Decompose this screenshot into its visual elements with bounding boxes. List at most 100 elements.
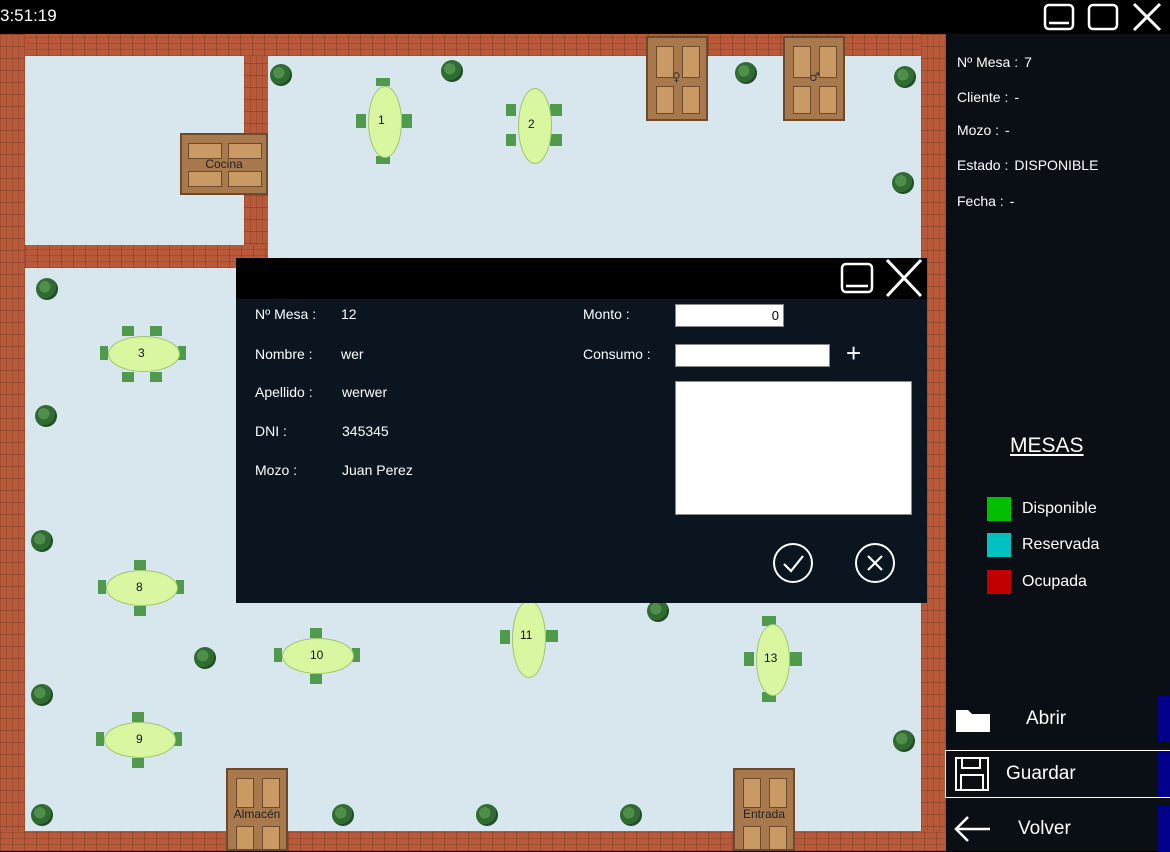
table-9[interactable]: 9: [96, 712, 182, 768]
table-detail-dialog: Nº Mesa : 12 Nombre : wer Apellido : wer…: [236, 258, 927, 603]
field-surname-label: Apellido :: [255, 384, 313, 400]
legend-label: Ocupada: [1022, 573, 1087, 590]
info-label: Estado :: [957, 157, 1009, 173]
field-surname-value: werwer: [342, 384, 388, 400]
door-kitchen-label: Cocina: [205, 157, 243, 171]
consumption-list[interactable]: [675, 381, 912, 515]
table-number: 10: [310, 648, 324, 662]
table-number: 11: [520, 628, 533, 642]
amount-input[interactable]: 0: [675, 304, 784, 327]
check-circle-icon: [773, 543, 813, 583]
dialog-minimize-button[interactable]: [837, 258, 877, 298]
door-storage-label: Almacén: [233, 807, 281, 821]
minimize-icon: [1043, 3, 1075, 31]
door-womens-restroom[interactable]: ♀: [646, 36, 708, 121]
legend-swatch: [987, 533, 1011, 557]
info-table-number: Nº Mesa : 7: [957, 54, 1032, 70]
maximize-button[interactable]: [1084, 0, 1122, 34]
legend-label: Disponible: [1022, 500, 1097, 517]
table-number: 13: [764, 651, 778, 665]
minimize-icon: [840, 262, 874, 294]
plant-icon: [441, 60, 463, 82]
plant-icon: [647, 600, 669, 622]
legend-label: Reservada: [1022, 536, 1100, 553]
field-table-number-label: Nº Mesa :: [255, 306, 317, 322]
door-kitchen[interactable]: Cocina: [180, 133, 268, 195]
wall-kitchen-horizontal: [25, 245, 268, 268]
door-mens-restroom[interactable]: ♂: [783, 36, 845, 121]
info-client: Cliente :-: [957, 89, 1019, 105]
floppy-disk-icon: [955, 757, 989, 791]
close-icon: [885, 258, 923, 298]
field-waiter-value: Juan Perez: [342, 462, 413, 478]
plant-icon: [31, 684, 53, 706]
add-consumption-button[interactable]: +: [846, 338, 861, 368]
plant-icon: [31, 804, 53, 826]
door-entrance[interactable]: Entrada: [733, 768, 795, 851]
plant-icon: [36, 278, 58, 300]
male-icon: ♂: [809, 70, 820, 84]
confirm-button[interactable]: [772, 542, 814, 584]
info-value: DISPONIBLE: [1014, 157, 1099, 173]
female-icon: ♀: [672, 70, 681, 84]
back-button[interactable]: Volver: [946, 806, 1170, 852]
table-number: 9: [136, 732, 143, 746]
table-10[interactable]: 10: [274, 628, 360, 684]
open-button[interactable]: Abrir: [946, 696, 1170, 742]
x-circle-icon: [855, 543, 895, 583]
info-value: -: [1014, 89, 1020, 105]
cancel-button[interactable]: [854, 542, 896, 584]
table-11[interactable]: 11: [500, 600, 558, 680]
plant-icon: [31, 530, 53, 552]
maximize-icon: [1087, 3, 1119, 31]
wall-left: [0, 34, 25, 851]
table-3[interactable]: 3: [100, 326, 186, 382]
legend-reserved: Reservada: [987, 533, 1099, 557]
table-1[interactable]: 1: [356, 78, 412, 164]
amount-label: Monto :: [583, 306, 630, 322]
open-button-edge: [1158, 696, 1170, 742]
plant-icon: [620, 804, 642, 826]
sidebar: Nº Mesa :7 Cliente :- Mozo :- Estado : DI…: [945, 34, 1170, 852]
folder-icon: [956, 710, 990, 732]
info-waiter: Mozo :-: [957, 122, 1010, 138]
legend-title: MESAS: [1010, 434, 1084, 457]
close-button[interactable]: [1128, 0, 1166, 34]
plant-icon: [332, 804, 354, 826]
plant-icon: [194, 647, 216, 669]
legend-available: Disponible: [987, 497, 1097, 521]
plant-icon: [735, 62, 757, 84]
save-button-edge: [1158, 751, 1170, 797]
info-status: Estado : DISPONIBLE: [957, 157, 1098, 173]
save-button[interactable]: Guardar: [945, 750, 1170, 798]
info-value: -: [1009, 193, 1015, 209]
table-number: 8: [136, 580, 143, 594]
arrow-left-icon: [954, 816, 990, 842]
field-table-number-value: 12: [341, 306, 357, 322]
door-entrance-label: Entrada: [742, 807, 786, 821]
table-13[interactable]: 13: [744, 616, 802, 702]
plant-icon: [270, 64, 292, 86]
dialog-close-button[interactable]: [883, 258, 923, 298]
door-storage[interactable]: Almacén: [226, 768, 288, 851]
back-button-edge: [1158, 806, 1170, 852]
table-8[interactable]: 8: [98, 560, 184, 616]
table-2[interactable]: 2: [506, 82, 562, 168]
info-label: Nº Mesa :: [957, 54, 1019, 70]
field-name-value: wer: [341, 346, 364, 362]
plant-icon: [35, 405, 57, 427]
dialog-header: [236, 258, 927, 299]
info-date: Fecha :-: [957, 193, 1014, 209]
title-bar: 3:51:19: [0, 0, 1170, 34]
wall-bottom: [0, 831, 946, 851]
info-label: Cliente :: [957, 89, 1009, 105]
plant-icon: [892, 172, 914, 194]
plant-icon: [476, 804, 498, 826]
table-number: 3: [138, 346, 145, 360]
info-label: Fecha :: [957, 193, 1004, 209]
minimize-button[interactable]: [1040, 0, 1078, 34]
window-controls: [1040, 0, 1166, 34]
clock: 3:51:19: [0, 6, 57, 25]
consumption-input[interactable]: [675, 344, 830, 367]
field-name-label: Nombre :: [255, 346, 313, 362]
